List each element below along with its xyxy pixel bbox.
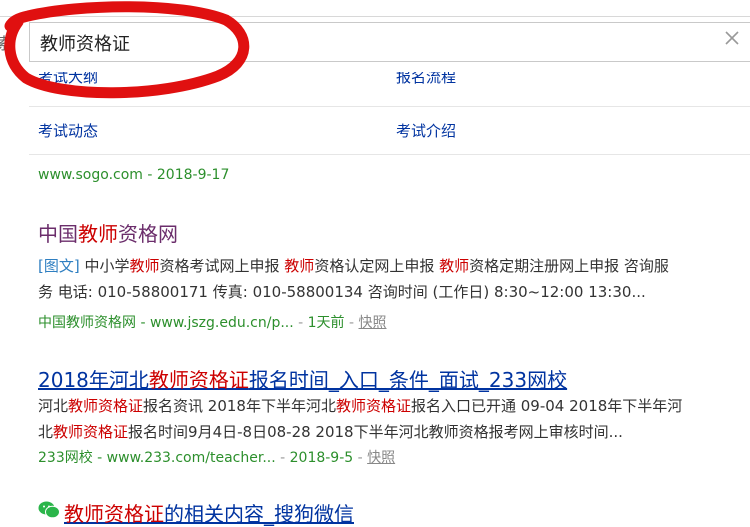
result-time: 1天前 bbox=[307, 315, 345, 331]
wechat-icon bbox=[38, 501, 60, 519]
sitelink-divider bbox=[29, 154, 750, 155]
close-icon[interactable] bbox=[722, 28, 742, 48]
result-snippet: 河北教师资格证报名资讯 2018年下半年河北教师资格证报名入口已开通 09-04… bbox=[38, 397, 683, 441]
snapshot-link[interactable]: 快照 bbox=[367, 450, 395, 466]
sitelink-exam-intro[interactable]: 考试介绍 bbox=[396, 120, 456, 141]
result-title-link[interactable]: 教师资格证的相关内容_搜狗微信 bbox=[64, 498, 354, 527]
result-url-line: 233网校 - www.233.com/teacher... - 2018-9-… bbox=[38, 450, 396, 466]
result-source[interactable]: 233网校 - www.233.com/teacher... bbox=[38, 450, 276, 466]
search-query-text[interactable]: 教师资格证 bbox=[40, 30, 130, 56]
search-bar: 索 教师资格证 bbox=[0, 0, 750, 72]
result-title-link[interactable]: 中国教师资格网 bbox=[38, 218, 178, 247]
top-divider bbox=[0, 16, 750, 17]
image-text-tag: [图文] bbox=[38, 257, 80, 275]
result-title-link[interactable]: 2018年河北教师资格证报名时间_入口_条件_面试_233网校 bbox=[38, 364, 567, 393]
result-url-line: www.sogo.com - 2018-9-17 bbox=[38, 167, 230, 183]
search-label-fragment: 索 bbox=[0, 34, 13, 53]
snapshot-link[interactable]: 快照 bbox=[359, 315, 387, 331]
sitelink-divider bbox=[29, 106, 750, 107]
result-snippet: [图文] 中小学教师资格考试网上申报 教师资格认定网上申报 教师资格定期注册网上… bbox=[38, 257, 669, 301]
result-date: 2018-9-5 bbox=[289, 450, 354, 466]
sitelink-exam-news[interactable]: 考试动态 bbox=[38, 120, 98, 141]
result-source[interactable]: 中国教师资格网 - www.jszg.edu.cn/p... bbox=[38, 315, 294, 331]
result-domain[interactable]: www.sogo.com bbox=[38, 167, 143, 183]
search-input[interactable] bbox=[29, 22, 750, 62]
result-url-line: 中国教师资格网 - www.jszg.edu.cn/p... - 1天前 - 快… bbox=[38, 315, 387, 331]
result-date: 2018-9-17 bbox=[156, 167, 230, 183]
